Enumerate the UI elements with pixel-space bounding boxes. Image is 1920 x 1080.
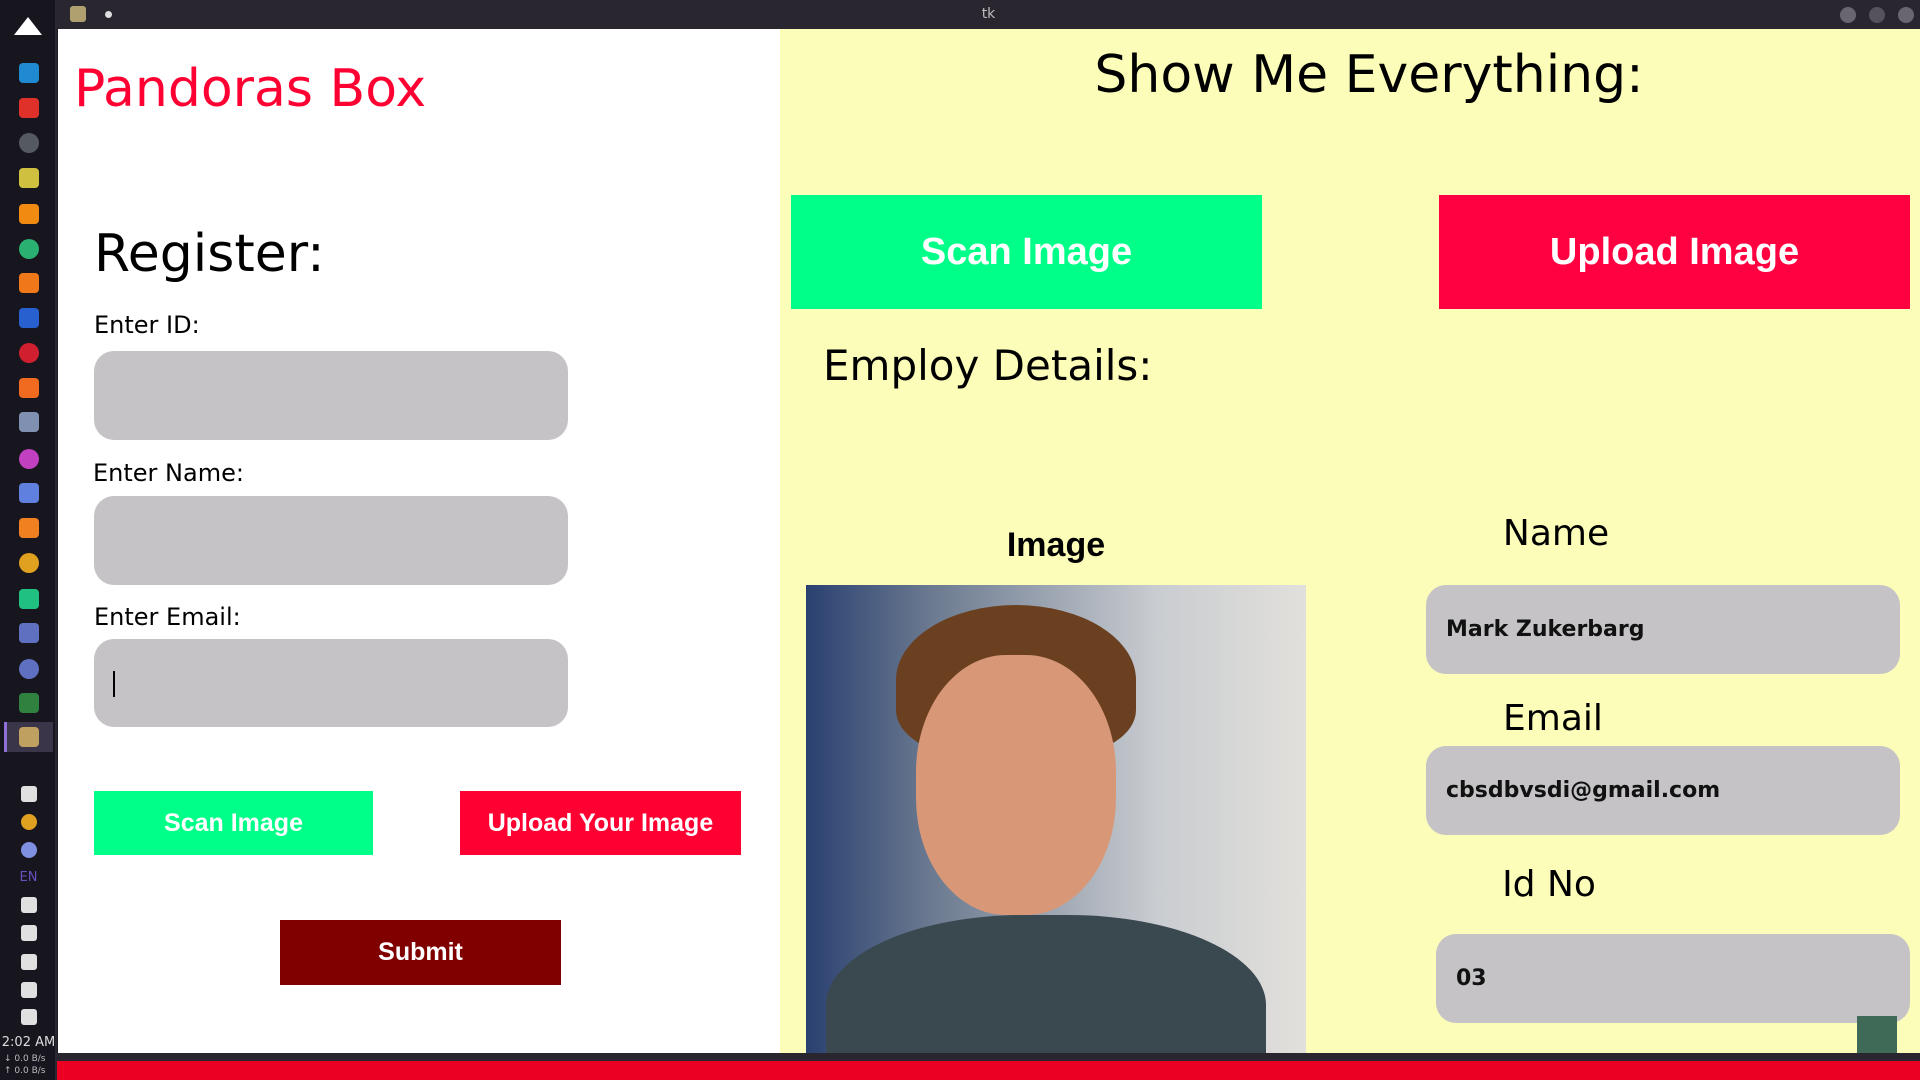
register-heading: Register: [94,224,325,284]
bluetooth-icon[interactable] [21,786,37,802]
chrome-icon[interactable] [19,553,39,573]
id-display[interactable]: 03 [1436,934,1910,1023]
clipboard-icon[interactable] [21,954,37,970]
upload-image-button[interactable]: Upload Image [1439,195,1910,309]
github-icon[interactable] [19,449,39,469]
terminal-icon[interactable] [19,133,39,153]
vscode-icon[interactable] [19,63,39,83]
scan-image-button-large[interactable]: Scan Image [791,195,1262,309]
pycharm-icon[interactable] [19,589,39,609]
net-up-rate: ↑ 0.0 B/s [4,1066,46,1076]
id-label: Enter ID: [94,311,200,339]
photo-face [916,655,1116,915]
window-bottom-border [57,1053,1920,1061]
sublime-icon[interactable] [19,273,39,293]
scan-image-button[interactable]: Scan Image [94,791,373,855]
window-titlebar[interactable]: tk [57,0,1920,29]
email-label: Email [1503,698,1603,739]
expand-arrow-icon[interactable] [21,1009,37,1025]
taskbar-sidebar: EN 2:02 AM ↓ 0.0 B/s ↑ 0.0 B/s [0,0,57,1080]
upload-your-image-button[interactable]: Upload Your Image [460,791,741,855]
minimize-button[interactable] [1840,7,1856,23]
image-label: Image [1006,526,1106,564]
id-input[interactable] [94,351,568,440]
name-label: Name [1502,513,1610,554]
text-cursor [113,671,115,697]
bottom-panel [57,1061,1920,1080]
show-heading: Show Me Everything: [1094,45,1644,105]
files-icon[interactable] [19,623,39,643]
name-display[interactable]: Mark Zukerbarg [1426,585,1900,674]
firefox-icon[interactable] [19,378,39,398]
maximize-button[interactable] [1869,7,1885,23]
globe-icon[interactable] [19,693,39,713]
volume-icon[interactable] [21,982,37,998]
tools-icon[interactable] [19,168,39,188]
vlc-icon[interactable] [19,204,39,224]
email-display[interactable]: cbsdbvsdi@gmail.com [1426,746,1900,835]
blue-circle-icon[interactable] [19,308,39,328]
corner-widget-icon[interactable] [1857,1016,1897,1053]
red-app-icon[interactable] [19,343,39,363]
submit-button[interactable]: Submit [280,920,561,985]
lock-icon[interactable] [21,925,37,941]
close-button[interactable] [1898,7,1914,23]
id-label: Id No [1502,864,1596,905]
photo-shirt [826,915,1266,1053]
email-label: Enter Email: [94,603,241,631]
details-panel: Show Me Everything: Scan Image Upload Im… [780,29,1920,1053]
name-label: Enter Name: [93,459,244,487]
email-input[interactable] [94,639,568,727]
tk-app-icon[interactable] [19,727,39,747]
arrows-icon[interactable] [19,483,39,503]
chrome-tray-icon[interactable] [21,814,37,830]
net-down-rate: ↓ 0.0 B/s [4,1054,46,1064]
wifi-icon[interactable] [21,897,37,913]
employ-details-heading: Employ Details: [823,341,1153,390]
register-panel: Pandoras Box Register: Enter ID: Enter N… [58,29,780,1053]
green-circle-icon[interactable] [19,239,39,259]
color-grid-icon[interactable] [19,98,39,118]
window-title: tk [981,6,996,22]
settings-gear-icon[interactable] [21,842,37,858]
clock[interactable]: 2:02 AM [0,1035,57,1050]
app-title: Pandoras Box [74,59,427,119]
files-2-icon[interactable] [19,659,39,679]
box-icon[interactable] [19,412,39,432]
employee-photo [806,585,1306,1053]
name-input[interactable] [94,496,568,585]
keyboard-language[interactable]: EN [0,870,57,885]
mountain-logo-icon[interactable] [14,17,42,35]
layers-icon[interactable] [19,518,39,538]
